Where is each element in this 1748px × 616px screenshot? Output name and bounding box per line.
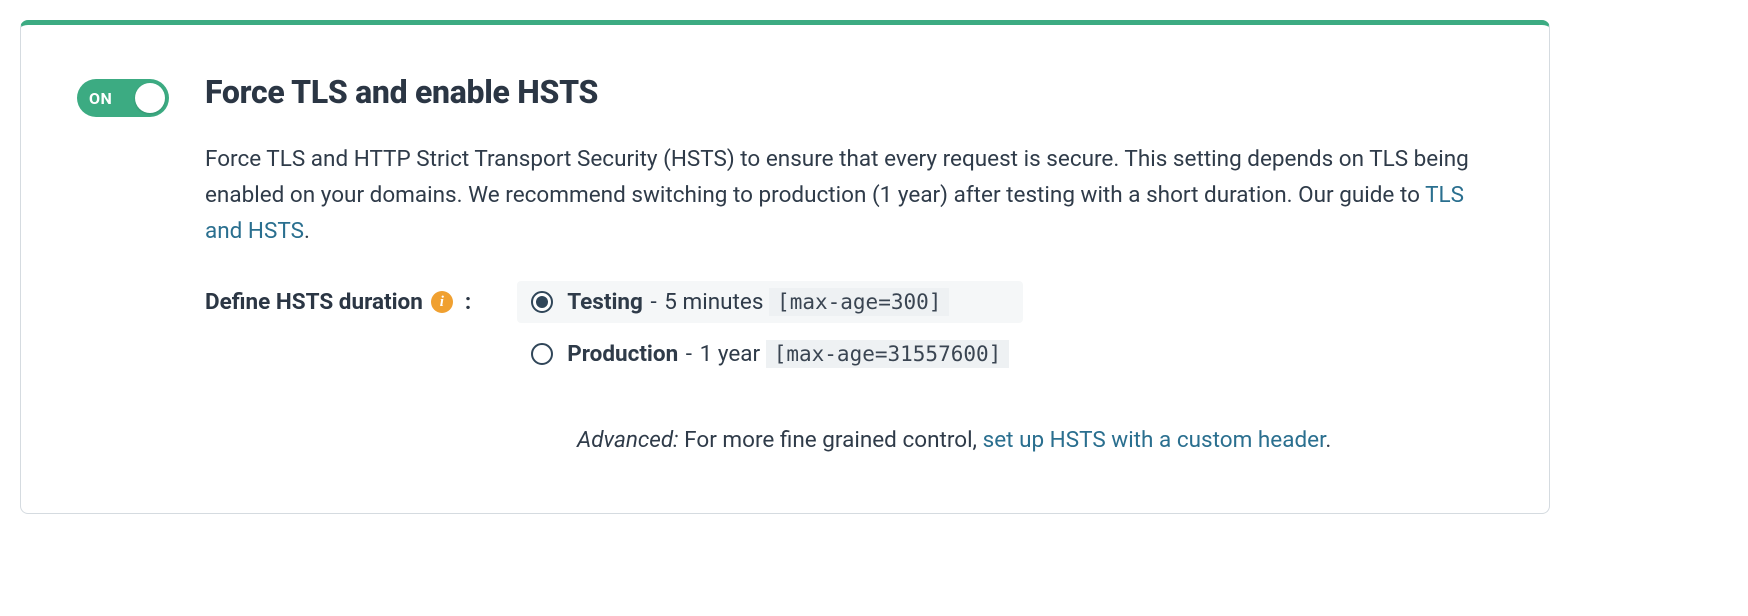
option-testing-text: Testing - 5 minutes [max-age=300] <box>567 289 949 315</box>
advanced-note: Advanced: For more fine grained control,… <box>205 427 1489 453</box>
option-testing-name: Testing <box>567 289 643 315</box>
card-description: Force TLS and HTTP Strict Transport Secu… <box>205 141 1489 249</box>
duration-label-colon: : <box>465 289 471 315</box>
duration-label-text: Define HSTS duration <box>205 289 423 315</box>
radio-testing[interactable] <box>531 291 553 313</box>
option-sep2: - <box>680 341 697 367</box>
toggle-column: ON <box>77 73 169 453</box>
duration-options: Testing - 5 minutes [max-age=300] Produc… <box>517 281 1023 375</box>
settings-card: ON Force TLS and enable HSTS Force TLS a… <box>20 20 1550 514</box>
option-testing-detail: 5 minutes <box>664 289 763 315</box>
option-production-text: Production - 1 year [max-age=31557600] <box>567 341 1009 367</box>
card-content: Force TLS and enable HSTS Force TLS and … <box>205 73 1489 453</box>
option-production-detail: 1 year <box>700 341 761 367</box>
description-post: . <box>304 218 310 244</box>
toggle-on-label: ON <box>89 89 112 108</box>
hsts-duration-section: Define HSTS duration i : Testing - 5 min… <box>205 281 1489 375</box>
custom-header-link[interactable]: set up HSTS with a custom header <box>983 427 1326 453</box>
radio-production[interactable] <box>531 343 553 365</box>
advanced-text-pre: For more fine grained control, <box>679 427 983 453</box>
option-sep: - <box>645 289 662 315</box>
advanced-text-post: . <box>1325 427 1331 453</box>
toggle-knob <box>135 83 165 113</box>
card-title: Force TLS and enable HSTS <box>205 73 1489 111</box>
info-icon[interactable]: i <box>431 291 453 313</box>
option-production-name: Production <box>567 341 678 367</box>
option-production-code: [max-age=31557600] <box>766 340 1010 368</box>
advanced-label: Advanced: <box>577 427 679 453</box>
option-testing-code: [max-age=300] <box>769 288 949 316</box>
duration-label-group: Define HSTS duration i : <box>205 281 471 315</box>
option-testing[interactable]: Testing - 5 minutes [max-age=300] <box>517 281 1023 323</box>
force-tls-toggle[interactable]: ON <box>77 79 169 117</box>
option-production[interactable]: Production - 1 year [max-age=31557600] <box>517 333 1023 375</box>
description-text: Force TLS and HTTP Strict Transport Secu… <box>205 146 1469 208</box>
